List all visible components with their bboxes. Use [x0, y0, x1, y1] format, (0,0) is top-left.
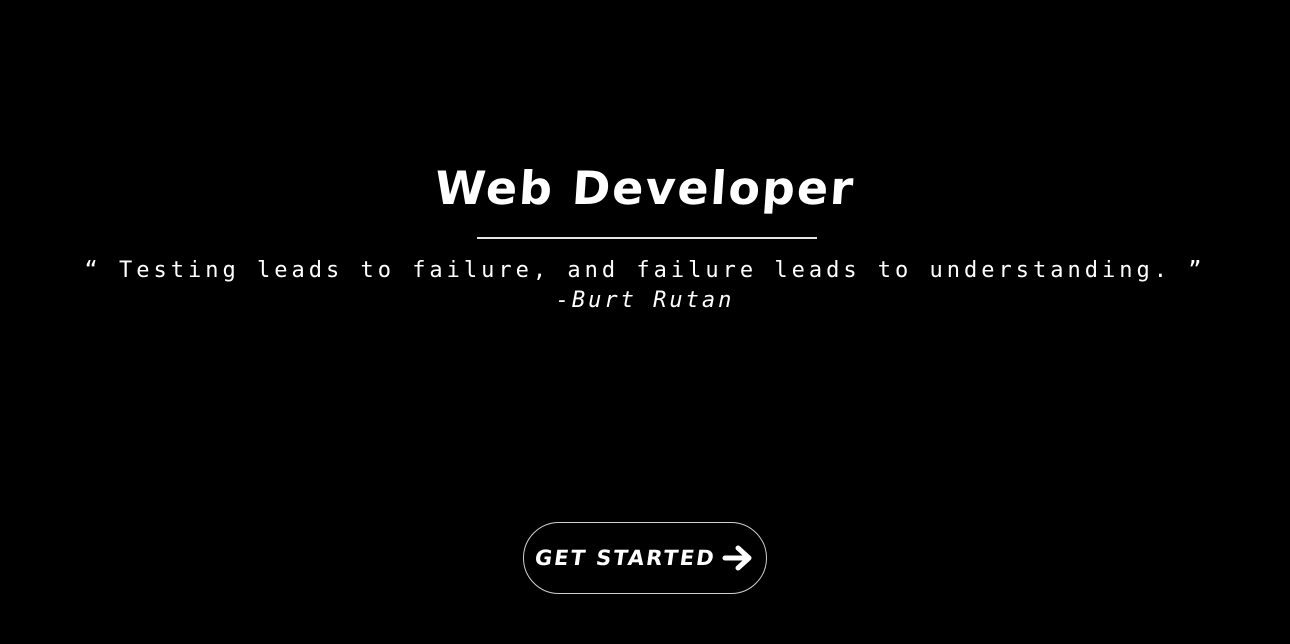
quote-text: “ Testing leads to failure, and failure … — [84, 258, 1206, 283]
get-started-button[interactable]: GET STARTED — [523, 522, 767, 594]
arrow-right-icon — [721, 541, 755, 575]
page: Web Developer “ Testing leads to failure… — [0, 0, 1290, 644]
page-title: Web Developer — [433, 161, 857, 215]
title-divider — [477, 237, 817, 239]
get-started-label: GET STARTED — [533, 546, 717, 570]
quote-author: -Burt Rutan — [555, 288, 735, 313]
